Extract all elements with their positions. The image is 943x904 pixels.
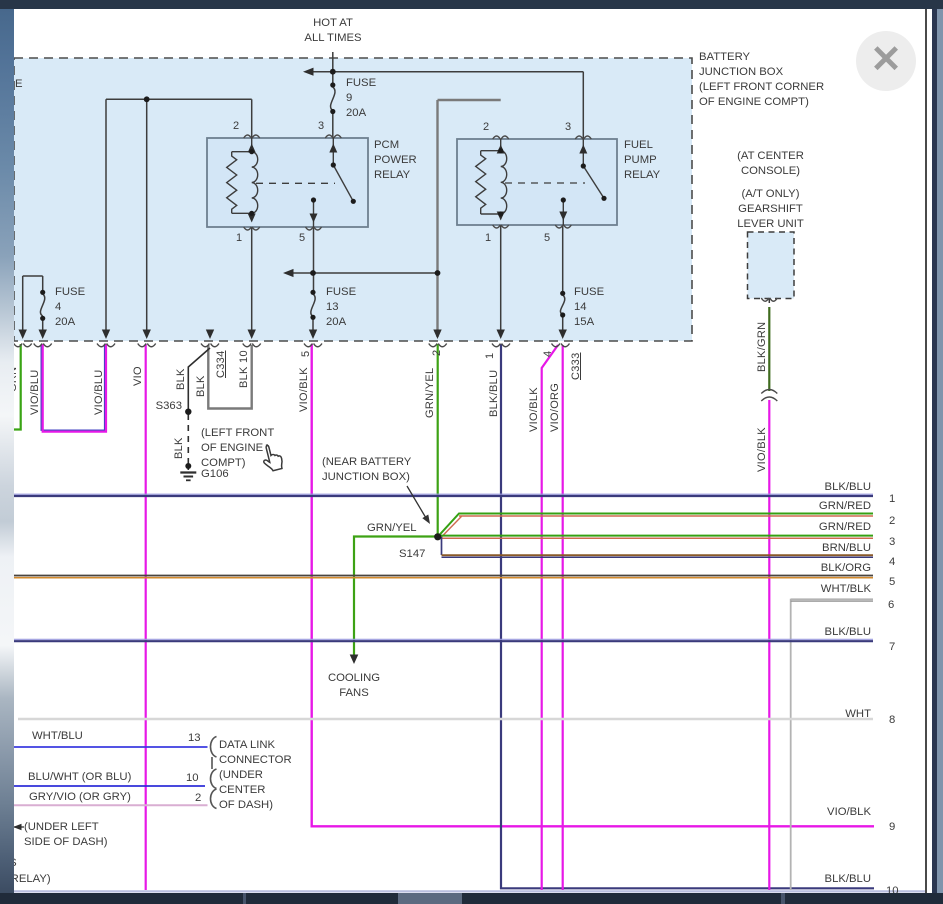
near-battery-note: (NEAR BATTERY JUNCTION BOX) <box>322 455 411 485</box>
wire-label-blk-3: BLK <box>173 437 186 459</box>
dlc-wire-label-3: GRY/VIO (OR GRY) <box>29 790 131 805</box>
fuse9-label: FUSE 9 20A <box>346 76 376 121</box>
pcm-pin-5: 5 <box>299 232 305 244</box>
left-page-edge <box>0 9 14 893</box>
connector-pin-1: 1 <box>484 353 497 359</box>
content-right-border <box>925 9 927 893</box>
splice-s363-label: S363 <box>152 399 182 414</box>
row-label-9: VIO/BLK <box>771 806 871 818</box>
connector-label-c334: C334 <box>215 351 228 379</box>
cooling-fans-label: COOLING FANS <box>320 671 388 701</box>
wire-label-vio-blu-2: VIO/BLU <box>93 369 106 415</box>
pcm-power-relay-label: PCM POWER RELAY <box>374 138 417 183</box>
row-label-7: BLK/BLU <box>771 626 871 638</box>
wiring-diagram-canvas <box>0 0 943 904</box>
row-label-5: BLK/ORG <box>771 562 871 574</box>
wire-label-vio-blk-3: VIO/BLK <box>756 427 769 472</box>
row-number-1: 1 <box>889 493 895 505</box>
pcm-pin-2: 2 <box>233 120 239 132</box>
row-label-8: WHT <box>771 708 871 720</box>
bottom-scrollbar[interactable] <box>0 893 943 904</box>
wire-label-blk-2: BLK <box>195 375 208 397</box>
fuel-pin-2: 2 <box>483 121 489 133</box>
row-label-3: GRN/RED <box>771 521 871 533</box>
row-label-2: GRN/RED <box>771 500 871 512</box>
row-number-8: 8 <box>889 714 895 726</box>
dlc-wire-label-1: WHT/BLU <box>32 729 83 744</box>
row-number-7: 7 <box>889 641 895 653</box>
bottom-scrollbar-thumb[interactable] <box>398 893 462 904</box>
fuel-pin-5: 5 <box>544 232 550 244</box>
bottom-bar-seam-1 <box>243 893 246 904</box>
dlc-pin-2: 2 <box>195 791 201 806</box>
row-label-10: BLK/BLU <box>771 873 871 885</box>
pcm-pin-1: 1 <box>236 232 242 244</box>
gearshift-lever-unit-box <box>748 232 795 299</box>
top-edge-bar <box>0 0 943 9</box>
right-scrollbar-thumb[interactable] <box>937 9 943 893</box>
row-label-1: BLK/BLU <box>771 481 871 493</box>
row-number-9: 9 <box>889 821 895 833</box>
wire-label-blk-1: BLK <box>175 368 188 390</box>
connector-pin-4: 4 <box>542 351 555 357</box>
data-link-connector-label: DATA LINK CONNECTOR (UNDER CENTER OF DAS… <box>219 738 292 813</box>
connector-pin-5: 5 <box>300 351 313 357</box>
splice-s147-label: S147 <box>399 547 425 562</box>
close-button[interactable]: ✕ <box>856 31 916 91</box>
row-label-4: BRN/BLU <box>771 542 871 554</box>
row-number-2: 2 <box>889 515 895 527</box>
at-center-console-label: (AT CENTER CONSOLE) <box>723 149 818 179</box>
wire-label-vio: VIO <box>132 366 145 386</box>
under-left-dash-note: (UNDER LEFT SIDE OF DASH) <box>24 820 107 850</box>
pcm-pin-3: 3 <box>318 120 324 132</box>
clipped-text-e: E <box>15 77 23 92</box>
fuel-pin-3: 3 <box>565 121 571 133</box>
gearshift-lever-unit-label: (A/T ONLY) GEARSHIFT LEVER UNIT <box>722 187 819 232</box>
row-label-6: WHT/BLK <box>771 583 871 595</box>
fuse13-label: FUSE 13 20A <box>326 285 356 330</box>
wire-label-blk-grn: BLK/GRN <box>756 322 769 372</box>
fuel-pin-1: 1 <box>485 232 491 244</box>
bottom-bar-seam-2 <box>781 893 785 904</box>
wire-label-grn-yel: GRN/YEL <box>424 368 437 418</box>
connector-pin-2: 2 <box>431 350 444 356</box>
wire-label-vio-blu-1: VIO/BLU <box>29 369 42 415</box>
grn-yel-splice-label: GRN/YEL <box>367 521 417 536</box>
wire-label-vio-blk-1: VIO/BLK <box>298 367 311 412</box>
dlc-brace <box>211 737 217 809</box>
wire-label-blk-blu: BLK/BLU <box>488 370 501 417</box>
close-icon: ✕ <box>870 39 902 81</box>
fuel-pump-relay-label: FUEL PUMP RELAY <box>624 138 660 183</box>
dlc-pin-10: 10 <box>186 771 199 786</box>
fuse14-label: FUSE 14 15A <box>574 285 604 330</box>
row-number-3: 3 <box>889 536 895 548</box>
s147-pointer <box>407 486 430 524</box>
hot-at-all-times-label: HOT AT ALL TIMES <box>297 16 369 46</box>
dlc-wire-label-2: BLU/WHT (OR BLU) <box>28 770 131 785</box>
wire-label-vio-blk-2: VIO/BLK <box>528 387 541 432</box>
wire-label-vio-org: VIO/ORG <box>549 383 562 432</box>
row-number-5: 5 <box>889 576 895 588</box>
fuse4-label: FUSE 4 20A <box>55 285 85 330</box>
wire-label-blk-10: BLK 10 <box>238 350 251 388</box>
colored-wires <box>12 307 874 890</box>
dlc-pin-13: 13 <box>188 731 201 746</box>
row-number-4: 4 <box>889 556 895 568</box>
connector-label-c333: C333 <box>570 353 583 381</box>
wiring-diagram-page: HOT AT ALL TIMES BATTERY JUNCTION BOX (L… <box>0 0 943 904</box>
row-number-6: 6 <box>888 599 894 611</box>
battery-junction-box-label: BATTERY JUNCTION BOX (LEFT FRONT CORNER … <box>699 50 824 110</box>
